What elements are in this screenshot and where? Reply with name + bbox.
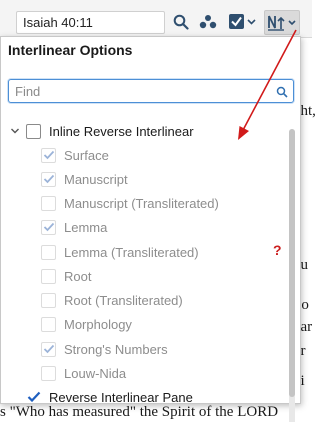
reference-box[interactable]: Isaiah 40:11 — [16, 11, 165, 34]
louw-nida-label: Louw-Nida — [64, 365, 127, 381]
search-icon — [276, 85, 288, 103]
root-transliterated-label: Root (Transliterated) — [64, 292, 183, 308]
root-transliterated-checkbox[interactable] — [41, 292, 56, 308]
surface-checkbox[interactable] — [41, 147, 56, 163]
tree-row-manuscript[interactable]: Manuscript — [41, 168, 128, 190]
strongs-numbers-label: Strong's Numbers — [64, 341, 168, 357]
lemma-transliterated-label: Lemma (Transliterated) — [64, 244, 199, 260]
reverse-interlinear-pane-label: Reverse Interlinear Pane — [49, 389, 193, 405]
tree-row-root[interactable]: Root — [41, 265, 91, 287]
chevron-down-icon[interactable] — [8, 127, 22, 135]
root-label: Root — [64, 268, 92, 284]
interlinear-options-panel: Interlinear Options Inline Reverse Inter… — [0, 36, 301, 422]
manuscript-checkbox[interactable] — [41, 171, 56, 187]
checkbox-dropdown-icon[interactable] — [226, 10, 260, 34]
inline-reverse-interlinear-label: Inline Reverse Interlinear — [49, 123, 194, 139]
lemma-checkbox[interactable] — [41, 219, 56, 235]
lemma-label: Lemma — [64, 219, 108, 235]
surface-label: Surface — [64, 147, 109, 163]
tree-row-louw-nida[interactable]: Louw-Nida — [41, 362, 126, 384]
manuscript-label: Manuscript — [64, 171, 128, 187]
tree-row-surface[interactable]: Surface — [41, 144, 109, 166]
inline-reverse-interlinear-checkbox[interactable] — [26, 123, 41, 139]
scrollbar[interactable] — [289, 129, 295, 422]
people-icon[interactable] — [196, 10, 220, 34]
tree-row-root-transliterated[interactable]: Root (Transliterated) — [41, 289, 183, 311]
manuscript-transliterated-label: Manuscript (Transliterated) — [64, 195, 219, 211]
tree-row-inline-reverse-interlinear[interactable]: Inline Reverse Interlinear — [8, 120, 194, 142]
morphology-checkbox[interactable] — [41, 316, 56, 332]
tree-row-lemma[interactable]: Lemma — [41, 216, 107, 238]
manuscript-transliterated-checkbox[interactable] — [41, 195, 56, 211]
morphology-label: Morphology — [64, 316, 132, 332]
tree-row-reverse-interlinear-pane[interactable]: Reverse Interlinear Pane — [26, 386, 193, 408]
interlinear-dropdown-icon[interactable] — [264, 10, 300, 35]
lemma-transliterated-checkbox[interactable] — [41, 244, 56, 260]
search-icon[interactable] — [170, 10, 192, 34]
tree-row-morphology[interactable]: Morphology — [41, 313, 132, 335]
find-input[interactable] — [15, 83, 265, 100]
tree-row-lemma-transliterated[interactable]: Lemma (Transliterated) — [41, 241, 199, 263]
find-box[interactable] — [8, 79, 294, 103]
reverse-interlinear-pane-checkbox[interactable] — [26, 390, 41, 405]
root-checkbox[interactable] — [41, 268, 56, 284]
help-question-mark[interactable]: ? — [273, 242, 282, 258]
toolbar: Isaiah 40:11 — [0, 0, 312, 38]
louw-nida-checkbox[interactable] — [41, 365, 56, 381]
tree-row-strongs-numbers[interactable]: Strong's Numbers — [41, 338, 168, 360]
panel-title: Interlinear Options — [8, 42, 133, 58]
strongs-numbers-checkbox[interactable] — [41, 341, 56, 357]
tree-row-manuscript-transliterated[interactable]: Manuscript (Transliterated) — [41, 192, 219, 214]
scrollbar-thumb[interactable] — [289, 129, 295, 397]
